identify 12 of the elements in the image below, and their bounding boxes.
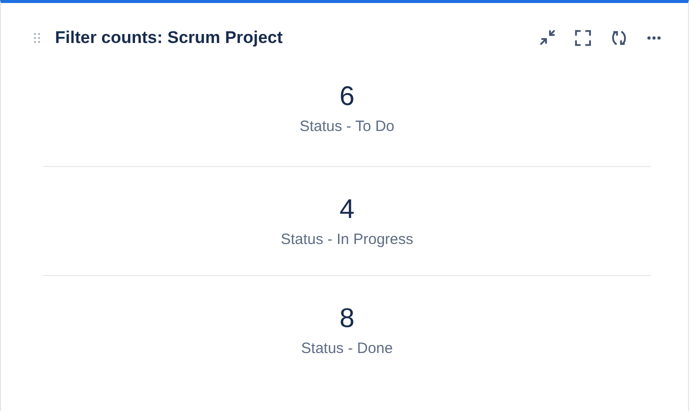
fullscreen-icon[interactable] bbox=[574, 29, 592, 47]
minimize-icon[interactable] bbox=[538, 29, 556, 47]
count-label: Status - In Progress bbox=[280, 231, 414, 248]
drag-handle-icon[interactable] bbox=[33, 32, 41, 44]
count-value: 8 bbox=[339, 303, 355, 334]
count-value: 6 bbox=[339, 81, 355, 112]
refresh-icon[interactable] bbox=[610, 29, 628, 47]
more-icon[interactable] bbox=[646, 35, 662, 41]
count-label: Status - To Do bbox=[300, 118, 394, 135]
gadget-title: Filter counts: Scrum Project bbox=[55, 28, 283, 48]
count-value: 4 bbox=[339, 194, 355, 225]
count-label: Status - Done bbox=[301, 340, 393, 357]
